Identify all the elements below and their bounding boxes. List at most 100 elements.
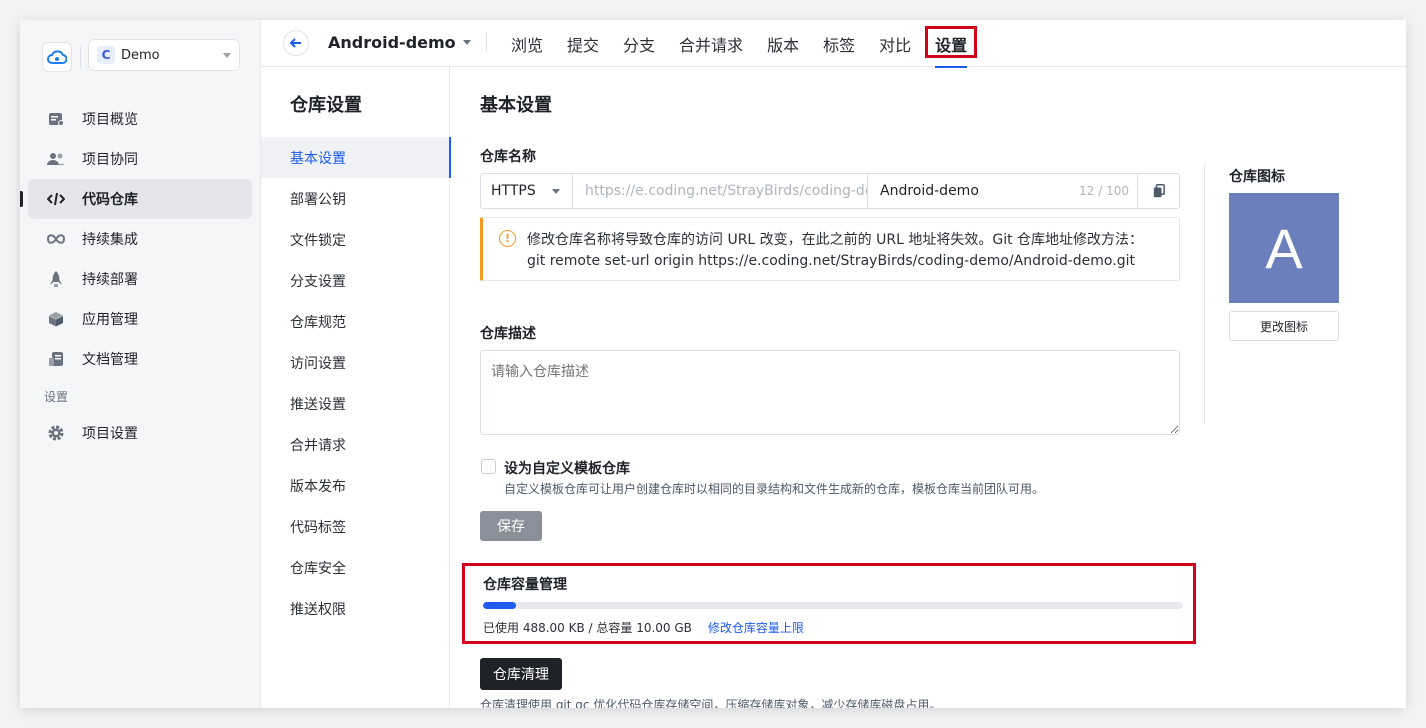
sidebar-item-cd[interactable]: 持续部署 <box>28 259 252 299</box>
app-window: C Demo 项目概览 项目协同 代码仓库 持续集成 持续部署 应用管理 文档管… <box>20 20 1406 708</box>
repo-description-label: 仓库描述 <box>480 326 536 342</box>
subnav-item-access[interactable]: 访问设置 <box>261 342 450 383</box>
modify-capacity-link[interactable]: 修改仓库容量上限 <box>708 619 804 636</box>
change-icon-button[interactable]: 更改图标 <box>1229 311 1339 341</box>
subnav-item-merge-requests[interactable]: 合并请求 <box>261 424 450 465</box>
repo-icon: A <box>1229 193 1339 303</box>
tab-branches[interactable]: 分支 <box>623 20 655 67</box>
char-count: 12 / 100 <box>1079 184 1129 198</box>
capacity-title: 仓库容量管理 <box>483 577 567 593</box>
tab-settings[interactable]: 设置 <box>935 20 968 68</box>
chevron-down-icon <box>223 52 231 58</box>
coding-logo-icon[interactable] <box>42 42 72 72</box>
template-label: 设为自定义模板仓库 <box>504 461 630 477</box>
left-sidebar: C Demo 项目概览 项目协同 代码仓库 持续集成 持续部署 应用管理 文档管… <box>20 20 261 708</box>
sidebar-item-docs[interactable]: 文档管理 <box>28 339 252 379</box>
save-button[interactable]: 保存 <box>480 511 542 541</box>
sidebar-item-collaboration[interactable]: 项目协同 <box>28 139 252 179</box>
subnav-item-deploy-keys[interactable]: 部署公钥 <box>261 178 450 219</box>
tab-commits[interactable]: 提交 <box>567 20 599 67</box>
settings-main: 基本设置 仓库名称 HTTPS https://e.coding.net/Str… <box>450 67 1406 708</box>
code-icon <box>47 190 65 208</box>
gear-icon <box>47 424 65 442</box>
tab-compare[interactable]: 对比 <box>879 20 911 67</box>
repo-name-label: 仓库名称 <box>480 149 536 165</box>
subnav-item-releases[interactable]: 版本发布 <box>261 465 450 506</box>
repo-tabs: 浏览 提交 分支 合并请求 版本 标签 对比 设置 <box>511 20 991 68</box>
capacity-usage-text: 已使用 488.00 KB / 总容量 10.00 GB <box>483 621 692 635</box>
template-checkbox[interactable] <box>481 459 496 474</box>
back-button[interactable] <box>283 30 309 56</box>
overview-icon <box>47 110 65 128</box>
sidebar-item-ci[interactable]: 持续集成 <box>28 219 252 259</box>
sidebar-item-overview[interactable]: 项目概览 <box>28 99 252 139</box>
repo-description-input[interactable] <box>480 350 1180 435</box>
protocol-select[interactable]: HTTPS <box>481 174 573 208</box>
top-bar: Android-demo 浏览 提交 分支 合并请求 版本 标签 对比 设置 <box>261 20 1406 68</box>
page-title: 基本设置 <box>480 95 552 116</box>
capacity-progress-bar <box>483 602 1183 609</box>
repo-url-group: HTTPS https://e.coding.net/StrayBirds/co… <box>480 173 1180 209</box>
subnav-item-file-lock[interactable]: 文件锁定 <box>261 219 450 260</box>
repo-clean-button[interactable]: 仓库清理 <box>480 658 562 690</box>
subnav-item-security[interactable]: 仓库安全 <box>261 547 450 588</box>
sidebar-item-label: 应用管理 <box>82 312 138 328</box>
capacity-progress-fill <box>483 602 517 609</box>
chevron-down-icon <box>462 40 471 45</box>
users-icon <box>47 150 65 168</box>
copy-button[interactable] <box>1138 174 1179 208</box>
template-description: 自定义模板仓库可让用户创建仓库时以相同的目录结构和文件生成新的仓库，模板仓库当前… <box>504 482 1045 496</box>
project-selector[interactable]: C Demo <box>88 39 240 71</box>
sidebar-item-label: 文档管理 <box>82 352 138 368</box>
subnav-item-push-permissions[interactable]: 推送权限 <box>261 588 450 629</box>
document-icon <box>47 350 65 368</box>
settings-subnav: 仓库设置 基本设置 部署公钥 文件锁定 分支设置 仓库规范 访问设置 推送设置 … <box>261 67 451 708</box>
protocol-value: HTTPS <box>491 183 536 199</box>
repo-name: Android-demo <box>328 33 456 52</box>
subnav-item-basic[interactable]: 基本设置 <box>261 137 451 178</box>
rocket-icon <box>47 270 65 288</box>
arrow-left-icon <box>290 38 301 48</box>
sidebar-item-apps[interactable]: 应用管理 <box>28 299 252 339</box>
sidebar-item-project-settings[interactable]: 项目设置 <box>28 413 252 453</box>
repo-name-value: Android-demo <box>880 183 979 199</box>
sidebar-nav: 项目概览 项目协同 代码仓库 持续集成 持续部署 应用管理 文档管理 设置 项目… <box>20 99 252 453</box>
url-prefix: https://e.coding.net/StrayBirds/coding-d… <box>573 174 868 208</box>
warning-icon: ! <box>499 230 516 247</box>
subnav-list: 基本设置 部署公钥 文件锁定 分支设置 仓库规范 访问设置 推送设置 合并请求 … <box>261 137 451 629</box>
sidebar-item-label: 项目设置 <box>82 426 138 442</box>
sidebar-section-settings: 设置 <box>44 390 69 404</box>
sidebar-item-label: 项目概览 <box>82 112 138 128</box>
capacity-usage: 已使用 488.00 KB / 总容量 10.00 GB 修改仓库容量上限 <box>483 619 804 636</box>
subnav-item-branch[interactable]: 分支设置 <box>261 260 450 301</box>
project-badge: C <box>97 46 115 64</box>
capacity-section: 仓库容量管理 已使用 488.00 KB / 总容量 10.00 GB 修改仓库… <box>462 563 1196 644</box>
copy-icon <box>1153 184 1165 198</box>
tab-tags[interactable]: 标签 <box>823 20 855 67</box>
subnav-item-rules[interactable]: 仓库规范 <box>261 301 450 342</box>
sidebar-item-label: 持续集成 <box>82 232 138 248</box>
tab-browse[interactable]: 浏览 <box>511 20 543 67</box>
rename-warning: ! 修改仓库名称将导致仓库的访问 URL 改变，在此之前的 URL 地址将失效。… <box>480 217 1180 281</box>
tab-merge-requests[interactable]: 合并请求 <box>679 20 743 67</box>
repo-icon-label: 仓库图标 <box>1229 169 1285 185</box>
sidebar-item-label: 代码仓库 <box>82 192 138 208</box>
project-name: Demo <box>121 47 160 63</box>
subnav-item-tags[interactable]: 代码标签 <box>261 506 450 547</box>
repo-name-input[interactable]: Android-demo 12 / 100 <box>868 174 1138 208</box>
icon-divider <box>1204 164 1205 424</box>
tab-releases[interactable]: 版本 <box>767 20 799 67</box>
logo-divider <box>80 46 81 68</box>
repo-clean-note: 仓库清理使用 git gc 优化代码仓库存储空间，压缩存储库对象，减少存储库磁盘… <box>480 698 942 708</box>
repo-switcher[interactable]: Android-demo <box>328 33 471 52</box>
chevron-down-icon <box>552 188 560 194</box>
subnav-title: 仓库设置 <box>290 95 362 116</box>
warning-line-1: 修改仓库名称将导致仓库的访问 URL 改变，在此之前的 URL 地址将失效。Gi… <box>527 232 1144 248</box>
sidebar-item-label: 持续部署 <box>82 272 138 288</box>
sidebar-item-code-repo[interactable]: 代码仓库 <box>20 179 252 219</box>
infinity-icon <box>47 230 65 248</box>
top-divider <box>486 33 487 51</box>
cube-icon <box>47 310 65 328</box>
warning-line-2: git remote set-url origin https://e.codi… <box>527 253 1135 269</box>
subnav-item-push[interactable]: 推送设置 <box>261 383 450 424</box>
